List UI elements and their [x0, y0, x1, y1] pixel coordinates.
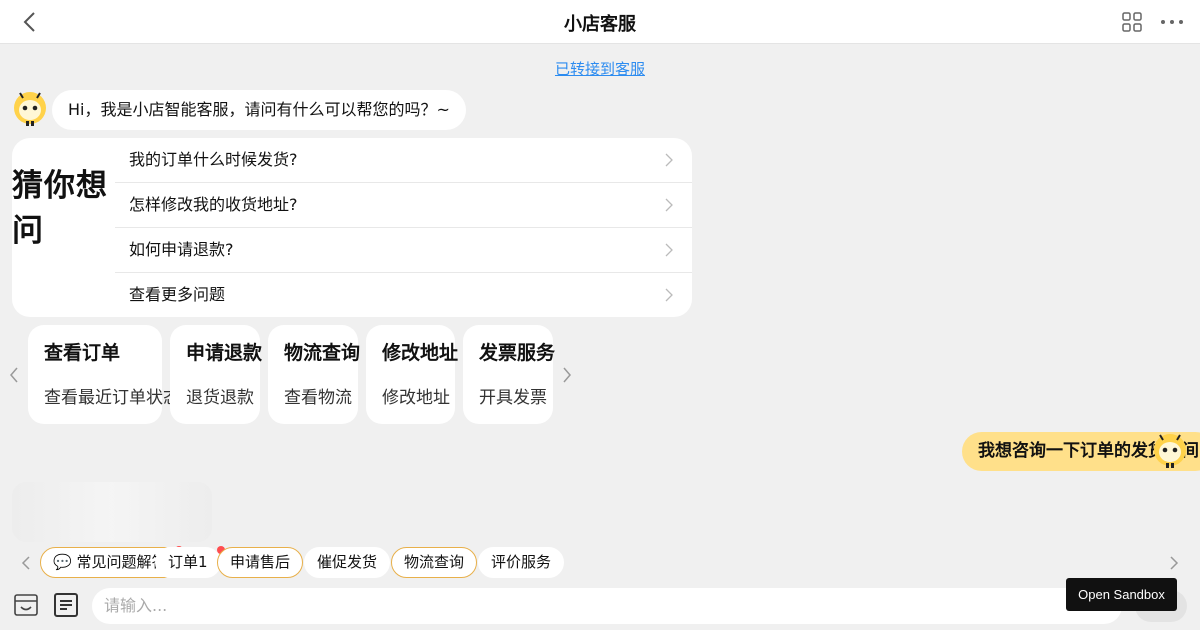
faq-item[interactable]: 查看更多问题 — [115, 273, 692, 317]
chevron-right-icon — [665, 153, 673, 167]
card-subtitle: 查看最近订单状态 — [44, 388, 180, 408]
card-subtitle: 查看物流 — [284, 388, 352, 408]
quick-chip-rating[interactable]: 评价服务 — [478, 547, 565, 578]
grid-button[interactable] — [1122, 12, 1142, 32]
more-button[interactable] — [1160, 12, 1184, 32]
open-sandbox-button[interactable]: Open Sandbox — [1066, 578, 1177, 611]
message-input[interactable]: 请输入... — [92, 588, 1122, 624]
chevron-right-icon — [665, 288, 673, 302]
chip-label: 评价服务 — [491, 553, 552, 571]
card-title: 查看订单 — [44, 342, 121, 364]
chip-label: 催促发货 — [317, 553, 378, 571]
chevron-right-icon — [665, 198, 673, 212]
card-subtitle: 开具发票 — [479, 388, 547, 408]
card-title: 修改地址 — [382, 342, 459, 364]
chevron-left-icon[interactable] — [21, 555, 31, 571]
chevron-right-icon[interactable] — [561, 366, 573, 384]
chevron-right-icon[interactable] — [1169, 555, 1179, 571]
more-dots-icon — [1161, 20, 1183, 24]
bot-avatar — [14, 92, 46, 126]
card-subtitle: 修改地址 — [382, 388, 450, 408]
chevron-right-icon — [665, 243, 673, 257]
faq-item-label: 我的订单什么时候发货? — [129, 150, 298, 169]
faq-card: 猜你想问 我的订单什么时候发货? 怎样修改我的收货地址? 如何申请退款? 查看更… — [12, 138, 692, 317]
service-card[interactable]: 查看订单 查看最近订单状态 — [28, 325, 180, 424]
system-link[interactable]: 已转接到客服 — [0, 58, 1200, 79]
service-card[interactable]: 发票服务 开具发票 — [463, 325, 556, 424]
chip-label: 订单1 — [168, 553, 208, 571]
back-button[interactable] — [18, 10, 40, 34]
top-bar: 小店客服 — [0, 0, 1200, 44]
faq-item-label: 查看更多问题 — [129, 285, 226, 304]
quick-chip-after-sales[interactable]: 申请售后 — [217, 547, 304, 578]
faq-item[interactable]: 我的订单什么时候发货? — [115, 138, 692, 183]
bot-greeting-bubble: Hi，我是小店智能客服，请问有什么可以帮您的吗？~ — [52, 90, 466, 130]
page-title: 小店客服 — [564, 14, 636, 35]
chip-label: 物流查询 — [404, 553, 465, 571]
quick-chip-order[interactable]: 订单1 — [155, 546, 225, 578]
grid-icon — [1122, 12, 1142, 32]
chevron-left-icon — [23, 12, 35, 32]
chip-label: 💬 常见问题解答 — [53, 553, 167, 571]
service-card[interactable]: 物流查询 查看物流 — [268, 325, 361, 424]
quick-reply-bar: 💬 常见问题解答 订单1 申请售后 催促发货 物流查询 评价服务 — [0, 545, 1200, 581]
faq-title: 猜你想问 — [12, 168, 108, 249]
faq-item-label: 怎样修改我的收货地址? — [129, 195, 298, 214]
user-avatar — [1154, 434, 1186, 468]
quick-chip-urge-shipping[interactable]: 催促发货 — [304, 547, 391, 578]
chip-label: 申请售后 — [230, 553, 291, 571]
faq-item[interactable]: 怎样修改我的收货地址? — [115, 183, 692, 228]
card-title: 发票服务 — [479, 342, 556, 364]
card-title: 物流查询 — [284, 342, 361, 364]
card-title: 申请退款 — [186, 342, 263, 364]
faq-item[interactable]: 如何申请退款? — [115, 228, 692, 273]
inbox-icon[interactable] — [13, 592, 39, 618]
service-card[interactable]: 申请退款 退货退款 — [170, 325, 263, 424]
chevron-left-icon[interactable] — [8, 366, 20, 384]
card-subtitle: 退货退款 — [186, 388, 254, 408]
service-card[interactable]: 修改地址 修改地址 — [366, 325, 459, 424]
notes-icon[interactable] — [53, 592, 79, 618]
loading-placeholder — [12, 482, 212, 542]
faq-item-label: 如何申请退款? — [129, 240, 234, 259]
quick-chip-logistics[interactable]: 物流查询 — [391, 547, 478, 578]
